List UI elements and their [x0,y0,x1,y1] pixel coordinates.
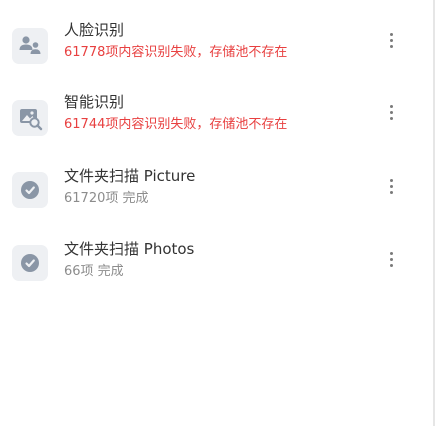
task-item-face-recognition[interactable]: 人脸识别 61778项内容识别失败，存储池不存在 [0,20,420,84]
task-status: 61778项内容识别失败，存储池不存在 [64,45,288,60]
task-item-smart-recognition[interactable]: 智能识别 61744项内容识别失败，存储池不存在 [0,92,420,156]
more-options-icon[interactable] [381,29,401,51]
task-status: 66项 完成 [64,264,124,279]
face-recognition-icon [12,28,48,64]
folder-scan-icon [12,245,48,281]
folder-scan-icon [12,172,48,208]
more-options-icon[interactable] [381,101,401,123]
task-item-folder-scan-picture[interactable]: 文件夹扫描 Picture 61720项 完成 [0,166,420,230]
task-title: 文件夹扫描 Picture [64,167,196,185]
task-title: 文件夹扫描 Photos [64,240,195,258]
task-item-folder-scan-photos[interactable]: 文件夹扫描 Photos 66项 完成 [0,239,420,303]
smart-recognition-icon [12,100,48,136]
task-status: 61744项内容识别失败，存储池不存在 [64,117,288,132]
more-options-icon[interactable] [381,175,401,197]
task-list-panel: 人脸识别 61778项内容识别失败，存储池不存在 智能识别 61744项内容识别… [0,0,435,426]
task-title: 智能识别 [64,93,125,111]
task-title: 人脸识别 [64,21,125,39]
task-status: 61720项 完成 [64,191,149,206]
more-options-icon[interactable] [381,248,401,270]
